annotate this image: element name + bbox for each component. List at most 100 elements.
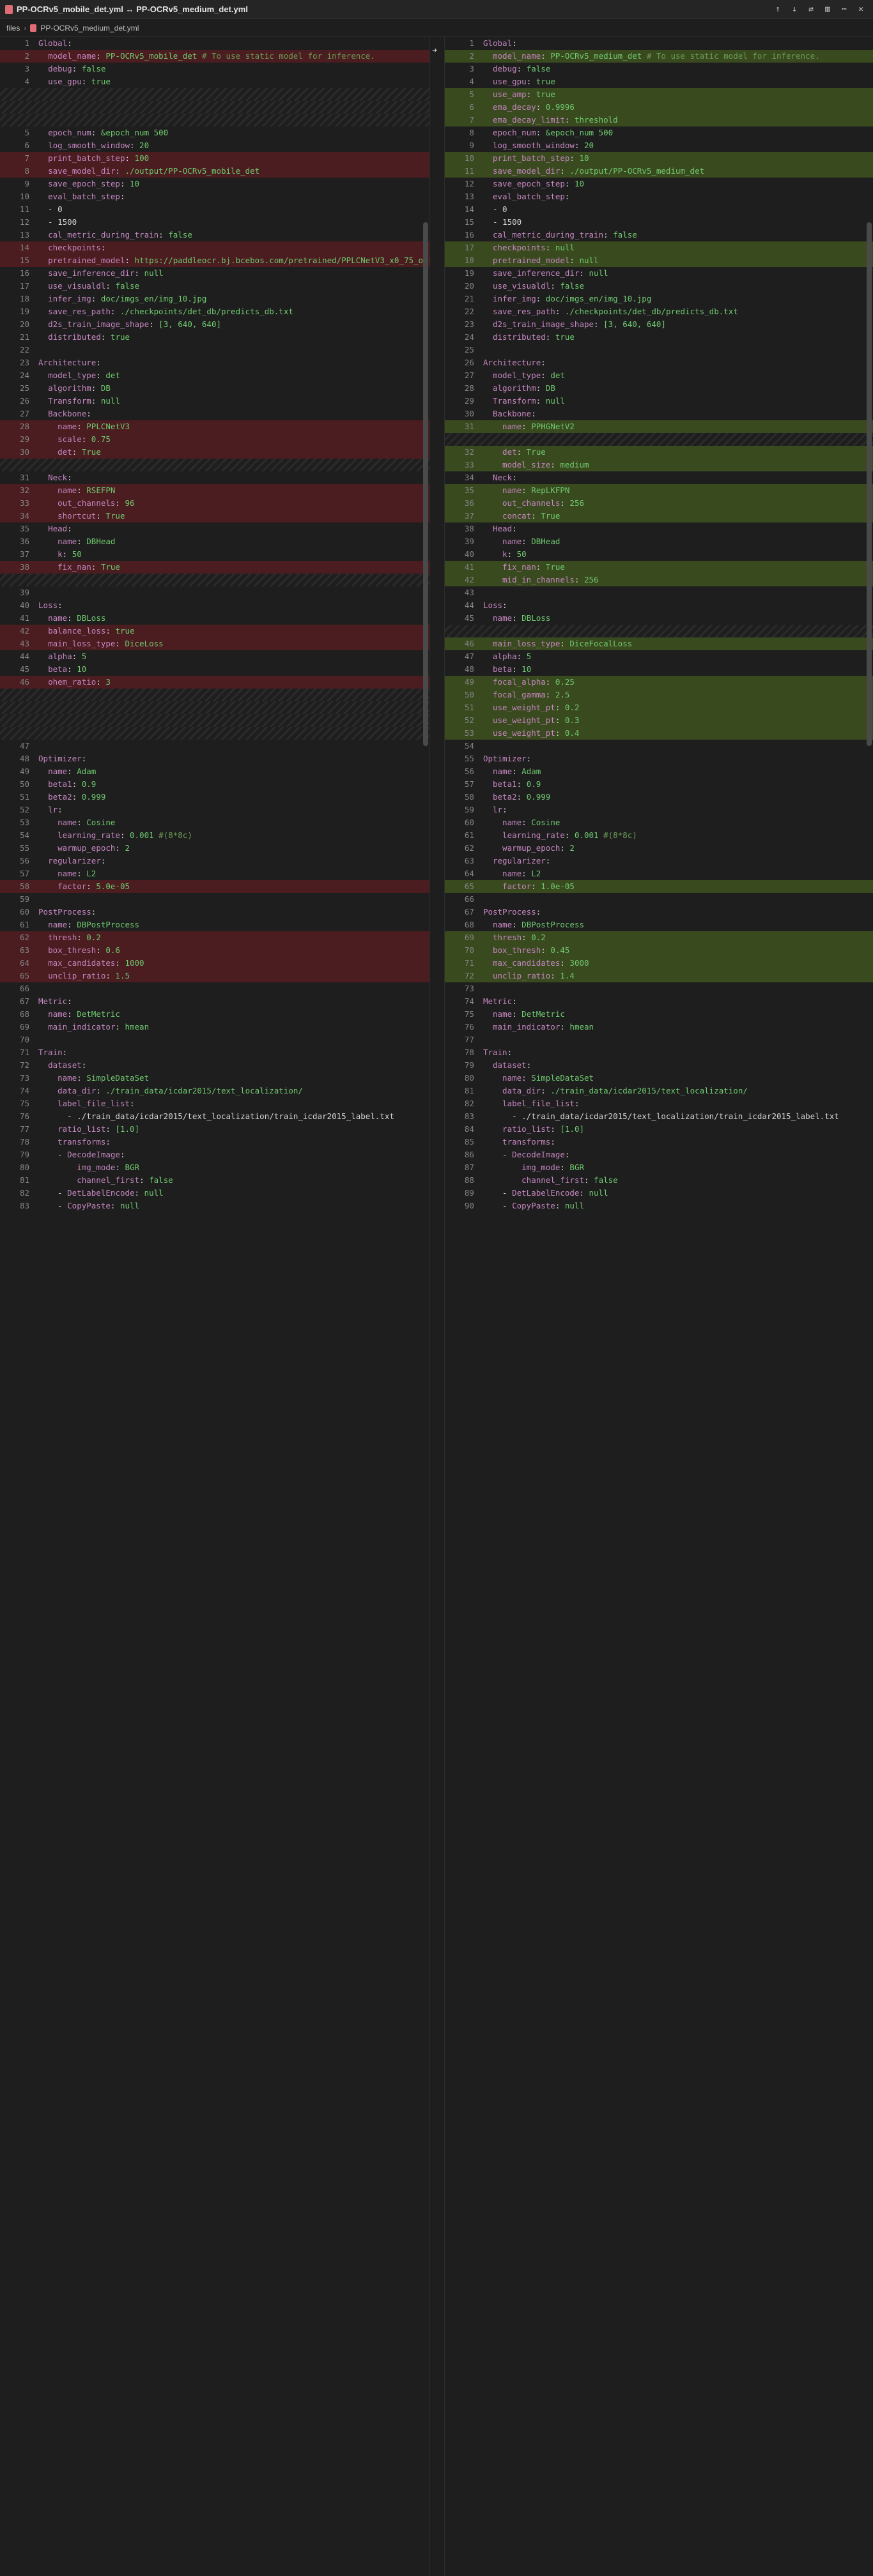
left-code-line[interactable]: 41 name: DBLoss <box>0 612 429 625</box>
right-code-line[interactable]: 47 alpha: 5 <box>445 650 873 663</box>
right-editor-pane[interactable]: 1 Global: 2 model_name: PP-OCRv5_medium_de… <box>444 37 873 2576</box>
right-code-line[interactable]: 88 channel_first: false <box>445 1174 873 1187</box>
right-code-line[interactable]: 16 cal_metric_during_train: false <box>445 229 873 241</box>
left-code-line[interactable]: 38 fix_nan: True <box>0 561 429 574</box>
left-code-line[interactable]: 68 name: DetMetric <box>0 1008 429 1021</box>
left-code-line[interactable]: 74 data_dir: ./train_data/icdar2015/text… <box>0 1085 429 1097</box>
right-code-line[interactable]: 32 det: True <box>444 446 873 459</box>
left-code-line[interactable]: 7 print_batch_step: 100 <box>0 152 429 165</box>
right-code-line[interactable]: 33 model_size: medium <box>444 459 873 471</box>
left-code-line[interactable]: 43 main_loss_type: DiceLoss <box>0 637 429 650</box>
left-code-line[interactable]: 48 Optimizer: <box>0 752 429 765</box>
right-code-line[interactable] <box>444 625 873 637</box>
right-code-line[interactable]: 9 log_smooth_window: 20 <box>445 139 873 152</box>
breadcrumb-file[interactable]: PP-OCRv5_medium_det.yml <box>40 24 139 33</box>
left-code-line[interactable]: 83 - CopyPaste: null <box>0 1200 429 1212</box>
left-code-line[interactable]: 40 Loss: <box>0 599 429 612</box>
right-code-line[interactable]: 72 unclip_ratio: 1.4 <box>444 970 873 982</box>
right-code-line[interactable]: 61 learning_rate: 0.001 #(8*8c) <box>445 829 873 842</box>
left-code-line[interactable]: 51 beta2: 0.999 <box>0 791 429 804</box>
arrow-right-icon[interactable]: ➜ <box>432 46 437 56</box>
split-view-icon[interactable]: ▥ <box>821 3 835 17</box>
left-code-line[interactable]: 81 channel_first: false <box>0 1174 429 1187</box>
right-code-line[interactable]: 55 Optimizer: <box>445 752 873 765</box>
right-code-line[interactable]: 65 factor: 1.0e-05 <box>444 880 873 893</box>
right-code-line[interactable]: 70 box_thresh: 0.45 <box>444 944 873 957</box>
left-code-line[interactable]: 80 img_mode: BGR <box>0 1161 429 1174</box>
right-code-line[interactable]: 43 <box>445 586 873 599</box>
right-code-line[interactable]: 87 img_mode: BGR <box>445 1161 873 1174</box>
left-code-line[interactable] <box>0 689 429 701</box>
left-code-line[interactable]: 4 use_gpu: true <box>0 75 429 88</box>
left-code-line[interactable]: 64 max_candidates: 1000 <box>0 957 429 970</box>
right-code-line[interactable]: 53 use_weight_pt: 0.4 <box>444 727 873 740</box>
left-code-line[interactable]: 9 save_epoch_step: 10 <box>0 178 429 190</box>
left-code-line[interactable]: 44 alpha: 5 <box>0 650 429 663</box>
right-code-line[interactable]: 60 name: Cosine <box>445 816 873 829</box>
left-code-line[interactable]: 1 Global: <box>0 37 429 50</box>
left-code-line[interactable]: 2 model_name: PP-OCRv5_mobile_det # To u… <box>0 50 429 63</box>
left-code-line[interactable]: 79 - DecodeImage: <box>0 1148 429 1161</box>
right-code-line[interactable]: 14 - 0 <box>445 203 873 216</box>
right-code-line[interactable]: 79 dataset: <box>445 1059 873 1072</box>
breadcrumb-root[interactable]: files <box>6 24 20 33</box>
left-code-line[interactable]: 66 <box>0 982 429 995</box>
left-code-line[interactable]: 37 k: 50 <box>0 548 429 561</box>
right-code-line[interactable]: 8 epoch_num: &epoch_num 500 <box>445 126 873 139</box>
right-code-line[interactable]: 85 transforms: <box>445 1136 873 1148</box>
left-code-line[interactable]: 32 name: RSEFPN <box>0 484 429 497</box>
left-code-line[interactable]: 58 factor: 5.0e-05 <box>0 880 429 893</box>
right-code-line[interactable]: 73 <box>445 982 873 995</box>
close-icon[interactable]: ✕ <box>854 3 868 17</box>
right-code-line[interactable]: 36 out_channels: 256 <box>444 497 873 510</box>
left-code-line[interactable]: 71 Train: <box>0 1046 429 1059</box>
right-code-line[interactable]: 42 mid_in_channels: 256 <box>444 574 873 586</box>
left-code-line[interactable]: 65 unclip_ratio: 1.5 <box>0 970 429 982</box>
left-code-line[interactable] <box>0 574 429 586</box>
right-code-line[interactable]: 35 name: RepLKFPN <box>444 484 873 497</box>
right-code-line[interactable]: 20 use_visualdl: false <box>445 280 873 293</box>
left-code-line[interactable] <box>0 88 429 101</box>
left-code-line[interactable]: 6 log_smooth_window: 20 <box>0 139 429 152</box>
left-code-line[interactable]: 23 Architecture: <box>0 356 429 369</box>
right-code-line[interactable]: 17 checkpoints: null <box>444 241 873 254</box>
right-code-line[interactable]: 25 <box>445 344 873 356</box>
right-code-line[interactable]: 77 <box>445 1033 873 1046</box>
left-code-line[interactable]: 45 beta: 10 <box>0 663 429 676</box>
left-code-line[interactable]: 5 epoch_num: &epoch_num 500 <box>0 126 429 139</box>
right-code-line[interactable]: 81 data_dir: ./train_data/icdar2015/text… <box>445 1085 873 1097</box>
left-code-line[interactable]: 19 save_res_path: ./checkpoints/det_db/p… <box>0 305 429 318</box>
left-code-line[interactable]: 77 ratio_list: [1.0] <box>0 1123 429 1136</box>
right-code-line[interactable]: 37 concat: True <box>444 510 873 522</box>
left-code-line[interactable]: 3 debug: false <box>0 63 429 75</box>
right-code-line[interactable]: 12 save_epoch_step: 10 <box>445 178 873 190</box>
right-code-line[interactable]: 64 name: L2 <box>445 867 873 880</box>
right-code-line[interactable]: 29 Transform: null <box>445 395 873 408</box>
right-code-line[interactable]: 19 save_inference_dir: null <box>445 267 873 280</box>
left-code-line[interactable]: 15 pretrained_model: https://paddleocr.b… <box>0 254 429 267</box>
right-code-line[interactable]: 7 ema_decay_limit: threshold <box>444 114 873 126</box>
right-code-line[interactable]: 78 Train: <box>445 1046 873 1059</box>
right-code-line[interactable]: 82 label_file_list: <box>445 1097 873 1110</box>
left-code-line[interactable]: 78 transforms: <box>0 1136 429 1148</box>
right-scrollbar[interactable] <box>867 222 872 746</box>
right-code-line[interactable]: 66 <box>445 893 873 906</box>
right-code-line[interactable]: 2 model_name: PP-OCRv5_medium_det # To u… <box>444 50 873 63</box>
right-code-line[interactable]: 90 - CopyPaste: null <box>445 1200 873 1212</box>
left-code-line[interactable]: 73 name: SimpleDataSet <box>0 1072 429 1085</box>
right-code-line[interactable]: 13 eval_batch_step: <box>445 190 873 203</box>
right-code-line[interactable]: 84 ratio_list: [1.0] <box>445 1123 873 1136</box>
left-code-line[interactable]: 22 <box>0 344 429 356</box>
left-code-line[interactable]: 34 shortcut: True <box>0 510 429 522</box>
right-code-line[interactable]: 6 ema_decay: 0.9996 <box>444 101 873 114</box>
right-code-line[interactable]: 59 lr: <box>445 804 873 816</box>
right-code-line[interactable]: 54 <box>445 740 873 752</box>
left-code-line[interactable]: 50 beta1: 0.9 <box>0 778 429 791</box>
right-code-line[interactable] <box>444 433 873 446</box>
left-code-line[interactable]: 61 name: DBPostProcess <box>0 918 429 931</box>
left-code-line[interactable]: 10 eval_batch_step: <box>0 190 429 203</box>
left-code-line[interactable]: 76 - ./train_data/icdar2015/text_localiz… <box>0 1110 429 1123</box>
right-code-line[interactable]: 22 save_res_path: ./checkpoints/det_db/p… <box>445 305 873 318</box>
right-code-line[interactable]: 40 k: 50 <box>445 548 873 561</box>
right-code-line[interactable]: 39 name: DBHead <box>445 535 873 548</box>
